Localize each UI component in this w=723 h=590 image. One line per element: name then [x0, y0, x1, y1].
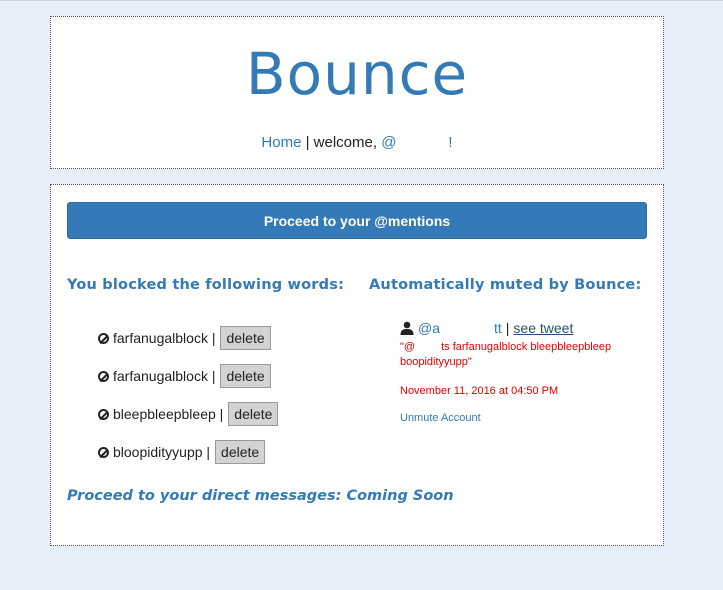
muted-account-card: @a tt | see tweet "@ ts farfanugalblock b… — [400, 319, 660, 424]
blocked-word: farfanugalblock — [113, 368, 208, 384]
delete-button[interactable]: delete — [228, 402, 279, 426]
blocked-icon — [98, 446, 109, 458]
header-panel: Bounce Home | welcome, @! — [50, 16, 664, 169]
muted-user-handle: @a — [418, 320, 440, 336]
list-item: farfanugalblock | delete — [98, 319, 278, 357]
direct-messages-note: Proceed to your direct messages: Coming … — [67, 488, 454, 504]
blocked-word-list: farfanugalblock | delete farfanugalblock… — [98, 319, 279, 471]
delete-button[interactable]: delete — [220, 326, 271, 350]
muted-accounts-title: Automatically muted by Bounce: — [369, 277, 642, 293]
blocked-word: farfanugalblock — [113, 330, 208, 346]
blocked-icon — [98, 332, 109, 344]
list-item: bleepbleepbleep | delete — [98, 395, 279, 433]
separator: | — [505, 320, 510, 336]
top-border — [0, 0, 723, 1]
muted-tweet-text: "@ ts farfanugalblock bleepbleepbleep boo… — [400, 341, 612, 368]
home-link[interactable]: Home — [261, 134, 301, 151]
nav-separator: | — [301, 134, 314, 151]
see-tweet-link[interactable]: see tweet — [513, 320, 573, 336]
delete-button[interactable]: delete — [220, 364, 271, 388]
app-logo: Bounce — [245, 40, 469, 108]
main-panel: Proceed to your @mentions You blocked th… — [50, 184, 664, 546]
redacted-area — [396, 136, 449, 151]
muted-tweet-date: November 11, 2016 at 04:50 PM — [400, 385, 559, 397]
blocked-words-title: You blocked the following words: — [67, 277, 345, 293]
redacted-area — [440, 322, 494, 334]
welcome-text: welcome, — [313, 134, 382, 151]
mentions-button[interactable]: Proceed to your @mentions — [67, 202, 647, 239]
unmute-account-link[interactable]: Unmute Account — [400, 412, 660, 424]
user-handle: @! — [381, 134, 453, 151]
user-icon — [400, 321, 414, 335]
blocked-word: bloopidityyupp — [113, 444, 203, 460]
muted-user-line: @a tt | see tweet — [400, 319, 660, 337]
muted-user-handle-end: tt — [494, 320, 502, 336]
blocked-icon — [98, 370, 109, 382]
list-item: bloopidityyupp | delete — [98, 433, 278, 471]
blocked-icon — [98, 408, 109, 420]
list-item: farfanugalblock | delete — [98, 357, 278, 395]
nav-bar: Home | welcome, @! — [51, 134, 663, 151]
delete-button[interactable]: delete — [215, 440, 266, 464]
blocked-word: bleepbleepbleep — [113, 406, 216, 422]
